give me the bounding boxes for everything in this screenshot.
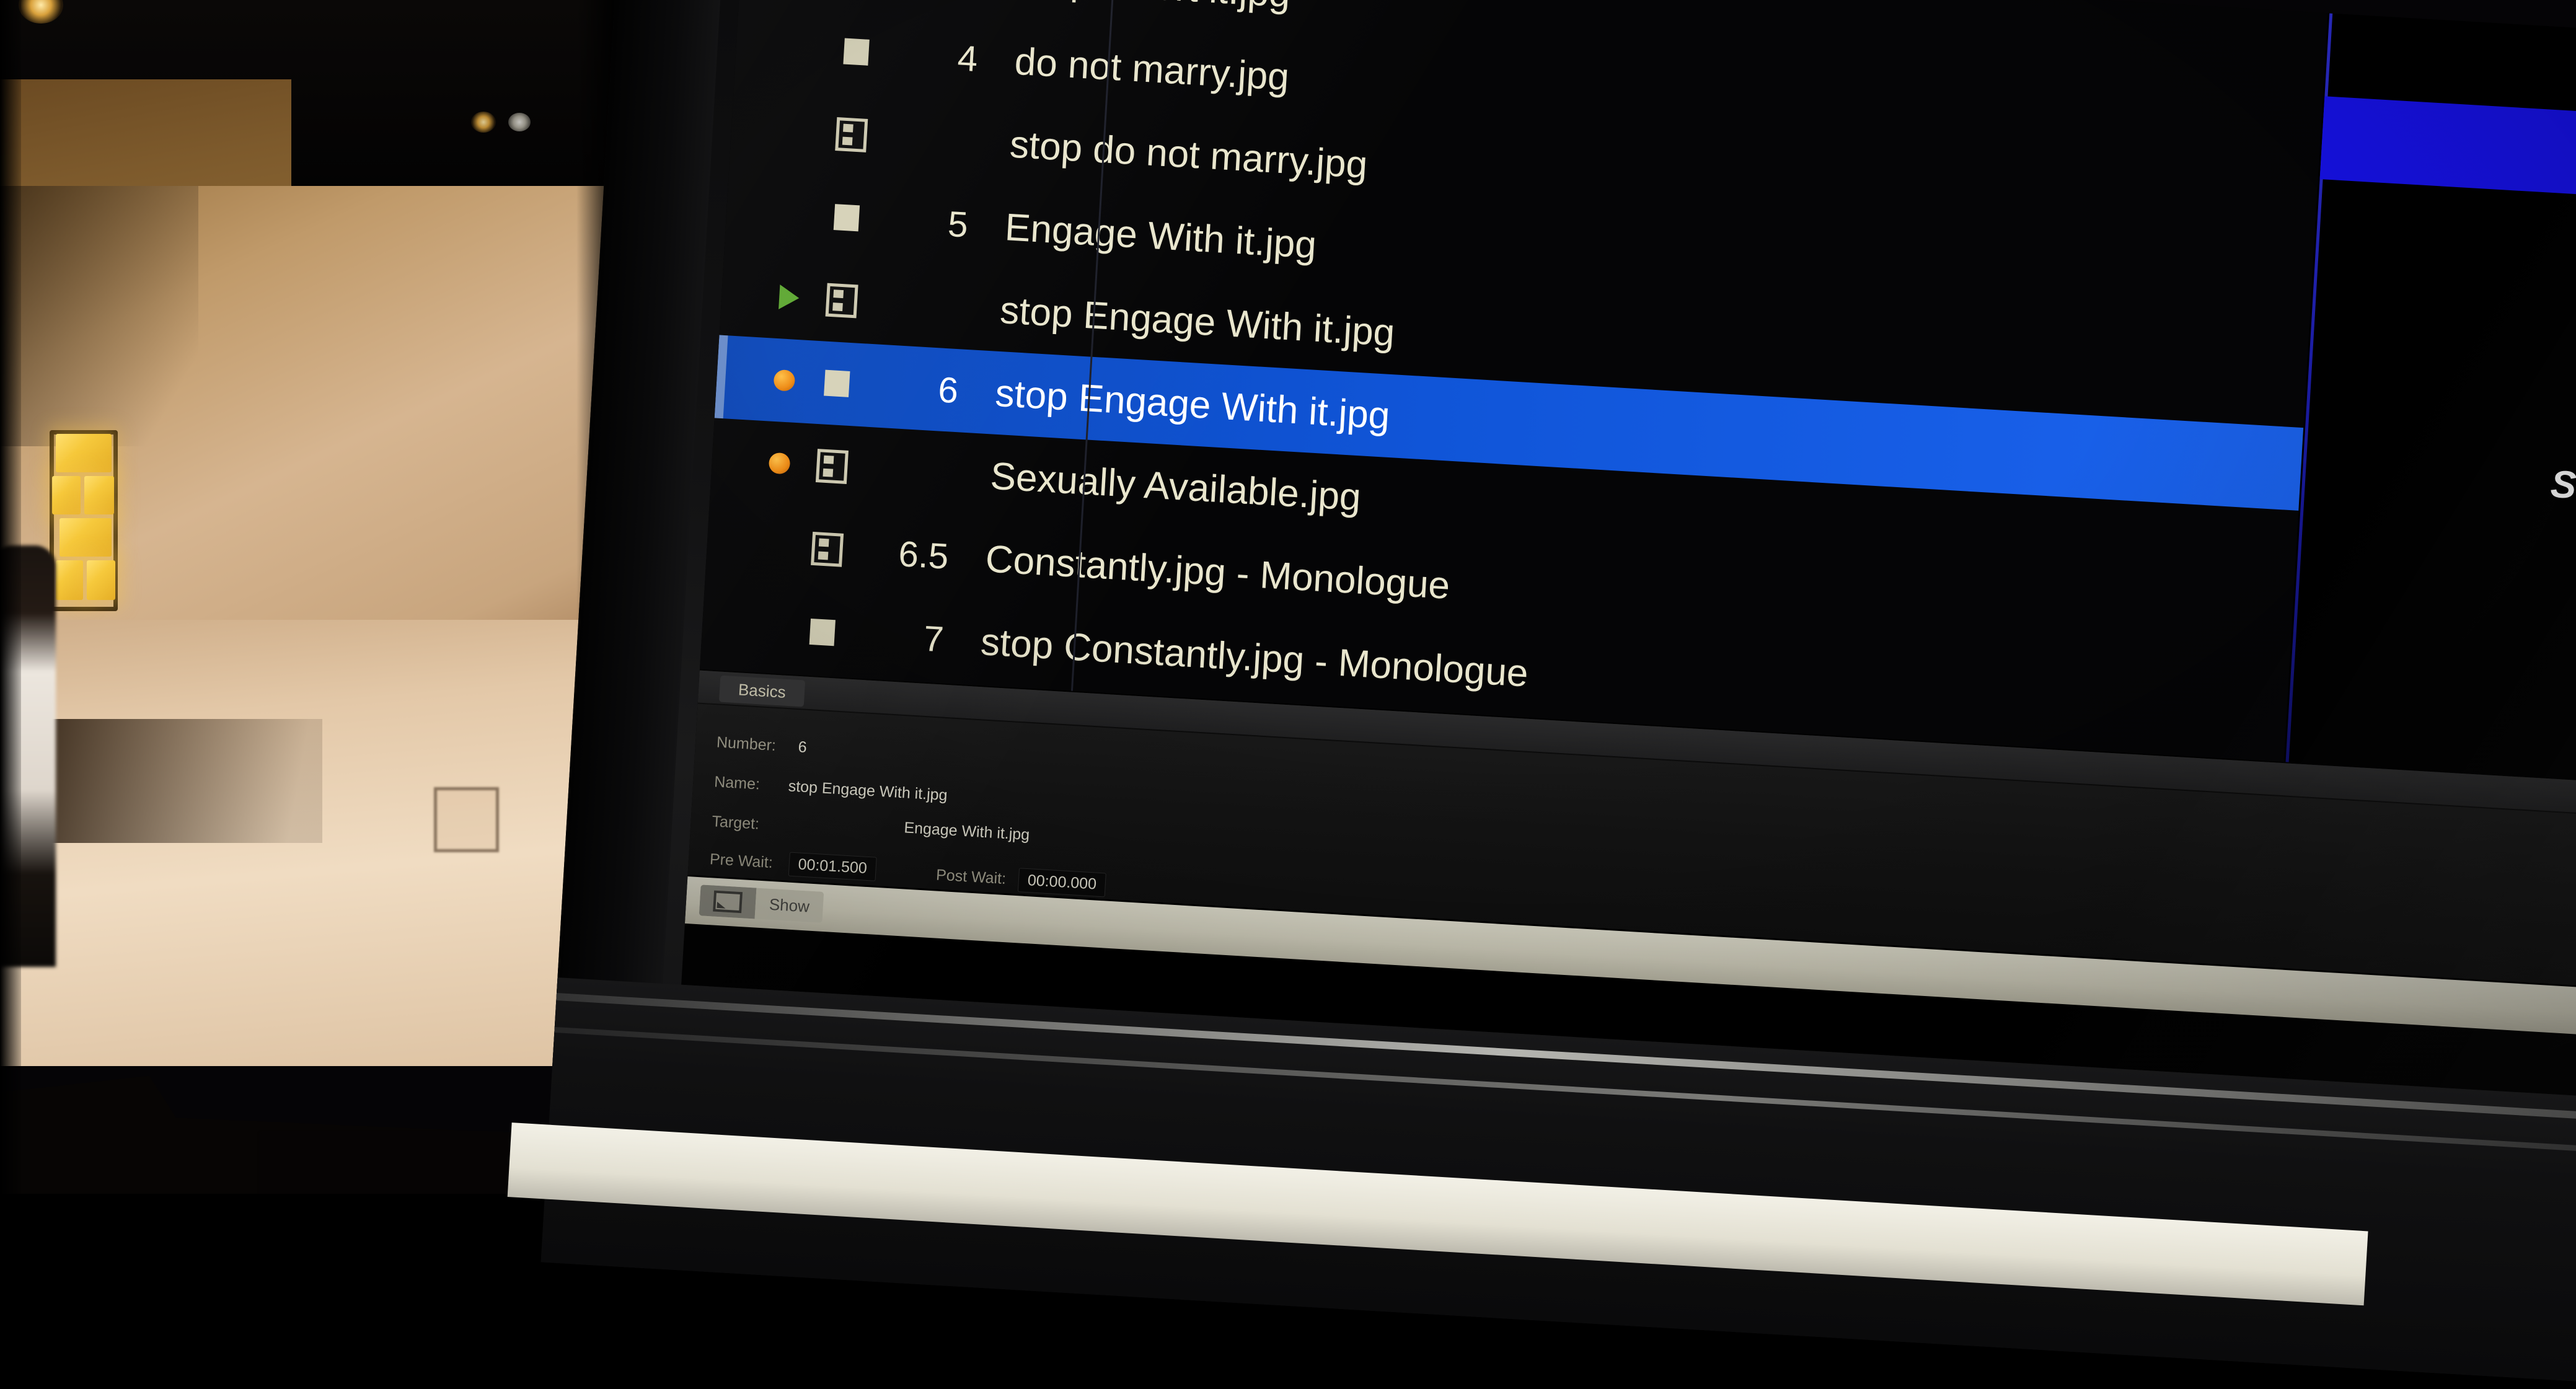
pre-wait-value[interactable]: 00:01.500 [788,852,877,881]
row-status-gutter [736,45,780,47]
continue-indicator [770,213,818,216]
solid-square-icon [818,203,876,232]
edit-show-toggle[interactable]: Show [699,884,824,923]
solid-square-icon [793,617,852,646]
cue-number: 6.5 [897,533,950,577]
stage-prop [434,787,499,852]
edit-icon [713,890,743,914]
wall-shadow [0,186,198,446]
cue-list-table[interactable]: stop Invert it.jpg 4 do not marry.jpg st… [699,0,2328,772]
continue-indicator [780,47,828,50]
cue-name[interactable]: stop Constantly.jpg - Monologue [958,619,1529,696]
cue-name[interactable]: Constantly.jpg - Monologue [963,536,1451,608]
image-cue-icon [813,282,871,319]
side-pane-row[interactable]: Sexually A [2300,428,2576,537]
row-status-gutter [721,294,765,296]
cue-name[interactable]: stop Engage With it.jpg [973,369,1392,438]
cue-name[interactable]: Engage With it.jpg [982,204,1317,267]
number-label: Number: [716,733,777,754]
number-value[interactable]: 6 [798,738,808,757]
cue-number: 7 [922,618,945,659]
name-value[interactable]: stop Engage With it.jpg [788,777,948,805]
cue-name[interactable]: do not marry.jpg [992,38,1290,99]
ceiling-light [471,112,496,133]
row-status-gutter [707,542,751,545]
row-status-gutter [726,211,770,213]
cue-name[interactable]: stop Invert it.jpg [997,0,1292,16]
solid-square-icon [808,369,866,398]
frame-vignette [0,0,21,1194]
stage-light-sconce [50,430,118,611]
show-mode-button[interactable]: Show [754,888,824,923]
image-cue-icon [803,448,862,485]
image-cue-icon [822,117,881,153]
computer-monitor: stop Invert it.jpg 4 do not marry.jpg st… [507,0,2576,1385]
cue-list-side-pane[interactable]: Engage W 6.5 Sexually A [2285,13,2576,789]
post-wait-value[interactable]: 00:00.000 [1017,868,1107,897]
field-number: Number: 6 [716,733,807,756]
cue-number: 5 [946,203,969,245]
cue-number: 6 [937,369,959,411]
cue-name[interactable]: stop Engage With it.jpg [978,287,1396,355]
cue-number [880,136,989,143]
continue-indicator [746,628,794,631]
auto-continue-dot-icon [759,369,809,392]
play-icon [764,284,814,311]
row-status-gutter [731,128,775,130]
field-pre-wait: Pre Wait: 00:01.500 [709,847,877,881]
cue-number [870,302,979,309]
cue-number [860,468,969,474]
field-name: Name: stop Engage With it.jpg [713,773,948,805]
ceiling-light [508,113,531,131]
row-status-gutter [712,459,756,462]
target-value-wrap: Engage With it.jpg [895,819,1030,845]
cue-name[interactable]: Sexually Available.jpg [968,452,1362,519]
solid-square-icon [827,37,885,66]
row-status-gutter [702,625,746,628]
continue-indicator [775,130,823,133]
name-label: Name: [713,773,761,793]
post-wait-label: Post Wait: [935,866,1007,888]
monitor-screen: stop Invert it.jpg 4 do not marry.jpg st… [681,0,2576,1105]
edit-mode-button[interactable] [699,884,757,919]
image-cue-icon [798,531,857,568]
continue-indicator [751,545,799,548]
cue-name[interactable]: stop do not marry.jpg [987,121,1369,187]
target-value[interactable]: Engage With it.jpg [904,819,1030,844]
side-pane-label: Sexually A [2549,462,2576,516]
auto-continue-dot-icon [755,451,805,475]
field-target: Target: [712,813,760,833]
target-label: Target: [711,813,760,833]
pre-wait-label: Pre Wait: [709,850,774,872]
tab-basics[interactable]: Basics [718,675,805,707]
cue-number: 4 [956,37,979,79]
